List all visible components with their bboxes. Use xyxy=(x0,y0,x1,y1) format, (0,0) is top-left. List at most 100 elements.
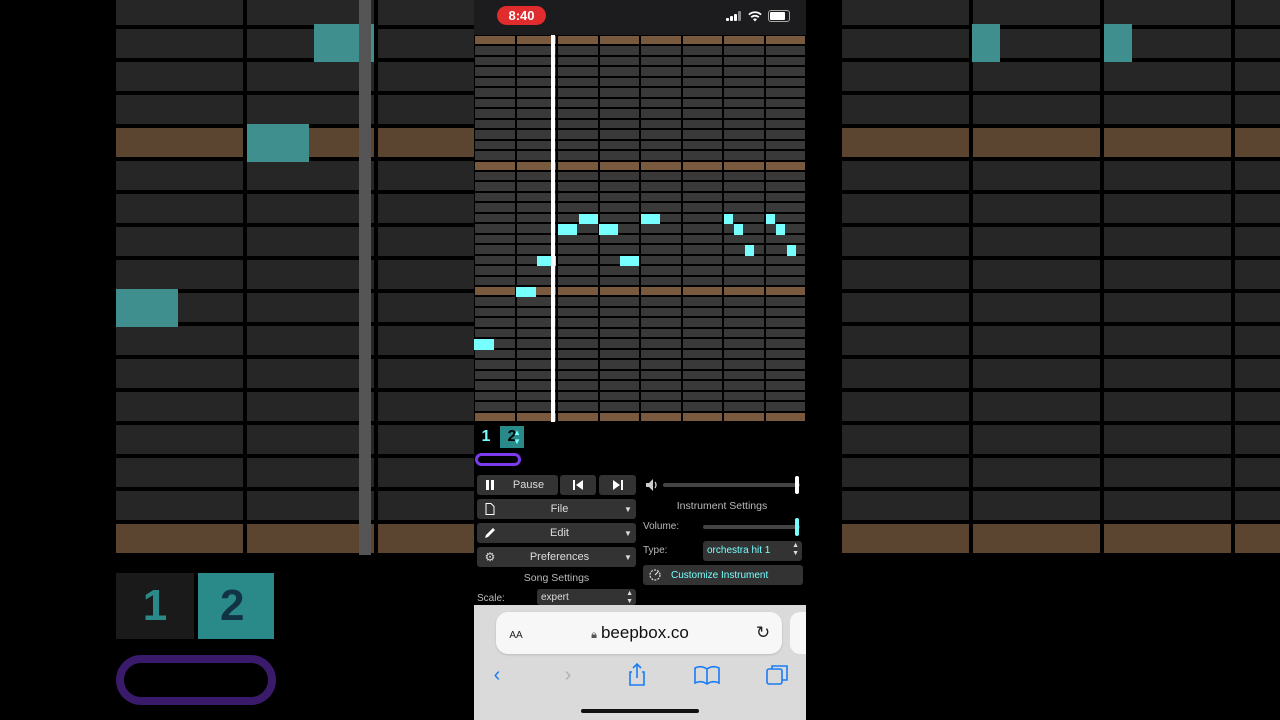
grid-cell[interactable] xyxy=(599,307,639,317)
grid-cell[interactable] xyxy=(724,203,764,212)
grid-cell[interactable] xyxy=(682,391,722,401)
grid-cell[interactable] xyxy=(475,255,515,265)
instrument-volume-knob[interactable] xyxy=(795,518,800,536)
grid-cell[interactable] xyxy=(641,67,681,76)
grid-cell[interactable] xyxy=(765,203,805,212)
grid-cell[interactable] xyxy=(558,67,598,76)
grid-cell[interactable] xyxy=(599,119,639,129)
grid-cell[interactable] xyxy=(475,349,515,359)
grid-cell[interactable] xyxy=(599,67,639,76)
master-volume-slider[interactable] xyxy=(663,483,800,487)
grid-cell[interactable] xyxy=(641,339,681,348)
note[interactable] xyxy=(558,224,577,235)
loop-selector[interactable] xyxy=(475,453,521,466)
grid-cell[interactable] xyxy=(599,98,639,108)
grid-cell[interactable] xyxy=(682,360,722,369)
grid-cell[interactable] xyxy=(475,412,515,421)
grid-cell[interactable] xyxy=(475,297,515,306)
grid-cell[interactable] xyxy=(724,339,764,348)
grid-cell[interactable] xyxy=(558,349,598,359)
grid-cell[interactable] xyxy=(558,161,598,170)
grid-cell[interactable] xyxy=(475,119,515,129)
grid-cell[interactable] xyxy=(558,328,598,338)
grid-cell[interactable] xyxy=(682,287,722,296)
grid-cell[interactable] xyxy=(641,245,681,254)
grid-cell[interactable] xyxy=(558,56,598,66)
grid-cell[interactable] xyxy=(475,307,515,317)
grid-cell[interactable] xyxy=(641,46,681,55)
note[interactable] xyxy=(745,245,754,256)
tabs-icon[interactable] xyxy=(762,660,792,690)
grid-cell[interactable] xyxy=(558,255,598,265)
grid-cell[interactable] xyxy=(641,255,681,265)
grid-cell[interactable] xyxy=(475,161,515,170)
grid-cell[interactable] xyxy=(724,370,764,380)
grid-cell[interactable] xyxy=(641,192,681,202)
grid-cell[interactable] xyxy=(724,98,764,108)
note[interactable] xyxy=(766,213,775,225)
grid-cell[interactable] xyxy=(558,88,598,97)
grid-cell[interactable] xyxy=(682,171,722,181)
grid-cell[interactable] xyxy=(599,349,639,359)
grid-cell[interactable] xyxy=(641,203,681,212)
grid-cell[interactable] xyxy=(558,109,598,118)
grid-cell[interactable] xyxy=(682,370,722,380)
note[interactable] xyxy=(599,224,618,235)
master-volume-knob[interactable] xyxy=(795,476,800,494)
grid-cell[interactable] xyxy=(475,140,515,150)
grid-cell[interactable] xyxy=(724,360,764,369)
grid-cell[interactable] xyxy=(765,192,805,202)
grid-cell[interactable] xyxy=(724,109,764,118)
grid-cell[interactable] xyxy=(475,36,515,45)
grid-cell[interactable] xyxy=(599,381,639,390)
grid-cell[interactable] xyxy=(558,339,598,348)
grid-cell[interactable] xyxy=(724,67,764,76)
address-bar[interactable]: AA 🔒︎ beepbox.co ↻ xyxy=(496,612,782,654)
grid-cell[interactable] xyxy=(765,391,805,401)
grid-cell[interactable] xyxy=(682,130,722,139)
grid-cell[interactable] xyxy=(682,46,722,55)
grid-cell[interactable] xyxy=(641,381,681,390)
grid-cell[interactable] xyxy=(724,56,764,66)
grid-cell[interactable] xyxy=(765,56,805,66)
grid-cell[interactable] xyxy=(682,203,722,212)
edit-menu[interactable]: Edit ▼ xyxy=(477,523,636,543)
grid-cell[interactable] xyxy=(682,98,722,108)
grid-cell[interactable] xyxy=(765,109,805,118)
grid-cell[interactable] xyxy=(724,161,764,170)
grid-cell[interactable] xyxy=(641,36,681,45)
grid-cell[interactable] xyxy=(475,287,515,296)
grid-cell[interactable] xyxy=(599,328,639,338)
grid-cell[interactable] xyxy=(765,182,805,191)
grid-cell[interactable] xyxy=(599,130,639,139)
grid-cell[interactable] xyxy=(682,402,722,411)
grid-cell[interactable] xyxy=(724,171,764,181)
grid-cell[interactable] xyxy=(682,234,722,244)
grid-cell[interactable] xyxy=(475,151,515,160)
grid-cell[interactable] xyxy=(641,349,681,359)
note[interactable] xyxy=(474,339,494,350)
grid-cell[interactable] xyxy=(641,307,681,317)
customize-instrument-button[interactable]: Customize Instrument xyxy=(643,565,803,585)
grid-cell[interactable] xyxy=(682,255,722,265)
scale-select[interactable]: expert ▲ ▼ xyxy=(537,589,636,605)
grid-cell[interactable] xyxy=(558,98,598,108)
share-icon[interactable] xyxy=(622,660,652,690)
grid-cell[interactable] xyxy=(724,245,764,254)
grid-cell[interactable] xyxy=(475,224,515,233)
grid-cell[interactable] xyxy=(475,402,515,411)
grid-cell[interactable] xyxy=(558,234,598,244)
grid-cell[interactable] xyxy=(724,318,764,327)
next-bar-button[interactable] xyxy=(599,475,636,495)
grid-cell[interactable] xyxy=(475,381,515,390)
grid-cell[interactable] xyxy=(765,287,805,296)
grid-cell[interactable] xyxy=(641,109,681,118)
grid-cell[interactable] xyxy=(599,391,639,401)
note[interactable] xyxy=(641,213,660,225)
grid-cell[interactable] xyxy=(724,255,764,265)
pattern-stepper[interactable]: ▲ ▼ xyxy=(512,428,522,446)
grid-cell[interactable] xyxy=(641,171,681,181)
grid-cell[interactable] xyxy=(682,224,722,233)
grid-cell[interactable] xyxy=(682,109,722,118)
grid-cell[interactable] xyxy=(558,46,598,55)
